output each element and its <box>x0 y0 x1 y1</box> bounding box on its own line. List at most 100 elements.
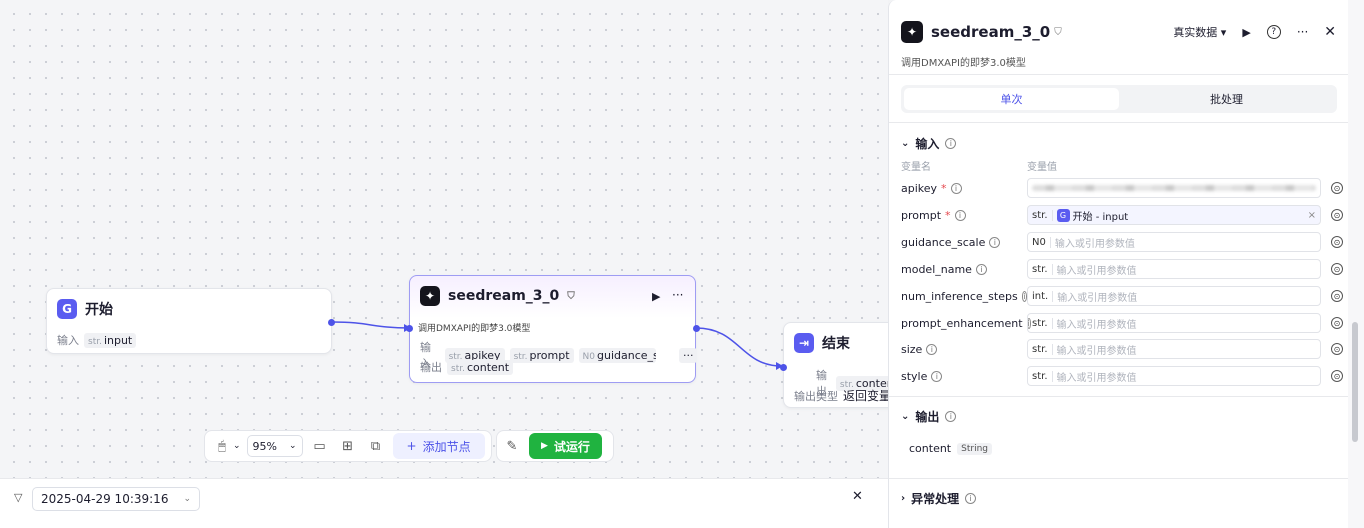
run-history-select[interactable]: 2025-04-29 10:39:16 ⌄ <box>32 487 200 511</box>
end-output-kind-label: 输出类型 <box>794 389 838 403</box>
output-section-header[interactable]: ⌄ 输出 i <box>901 408 957 425</box>
output-item: content String <box>909 442 992 455</box>
start-icon: G <box>1056 208 1070 222</box>
seedream-input-port[interactable] <box>406 325 413 332</box>
variable-ref-icon[interactable]: ⊙ <box>1331 290 1343 302</box>
info-icon: i <box>926 343 938 355</box>
run-icon[interactable]: ▶ <box>1242 26 1250 39</box>
clear-icon[interactable]: × <box>1308 210 1316 221</box>
chevron-down-icon: ⌄ <box>183 494 191 504</box>
col-header-name: 变量名 <box>901 162 931 173</box>
filter-icon[interactable]: ▽ <box>14 491 22 504</box>
save-icon: ⛉ <box>1054 26 1062 38</box>
test-run-button[interactable]: ▶ 试运行 <box>529 433 602 459</box>
param-row-style: style i str. 输入或引用参数值 ⊙ <box>901 365 1343 387</box>
seedream-node-title: seedream_3_0 <box>448 288 560 304</box>
input-tag-prompt: str. prompt <box>509 347 574 363</box>
variable-ref-icon[interactable]: ⊙ <box>1331 209 1343 221</box>
help-icon[interactable]: ? <box>1266 25 1281 39</box>
param-row-size: size i str. 输入或引用参数值 ⊙ <box>901 338 1343 360</box>
data-mode-select[interactable]: 真实数据 ▾ <box>1173 24 1226 40</box>
variable-ref-icon[interactable]: ⊙ <box>1331 263 1343 275</box>
seedream-node[interactable]: ✦ seedream_3_0 ⛉ ▶ ··· 调用DMXAPI的即梦3.0模型 … <box>406 275 700 383</box>
close-log-button[interactable]: ✕ <box>852 489 863 504</box>
zoom-select[interactable]: 95% ⌄ <box>246 435 303 457</box>
wrench-icon[interactable]: ✎ <box>501 435 523 457</box>
close-icon[interactable]: ✕ <box>1324 24 1336 40</box>
variable-ref-icon[interactable]: ⊙ <box>1331 370 1343 382</box>
divider <box>889 74 1348 75</box>
more-icon[interactable]: ··· <box>1297 25 1308 39</box>
seedream-logo-icon: ✦ <box>420 286 440 306</box>
more-inputs-button[interactable]: ··· <box>678 347 698 363</box>
prompt-enhancement-input[interactable]: str. 输入或引用参数值 <box>1027 313 1321 333</box>
panel-scrollbar-track <box>1348 0 1364 528</box>
info-icon: i <box>950 182 962 194</box>
play-icon: ▶ <box>541 441 548 451</box>
input-section-header[interactable]: ⌄ 输入 i <box>901 135 957 152</box>
start-input-tag: str. input <box>84 332 137 348</box>
param-row-prompt: prompt * i str. G 开始 - input × ⊙ <box>901 204 1343 226</box>
zoom-chevron-icon: ⌄ <box>289 441 297 451</box>
tab-batch[interactable]: 批处理 <box>1119 88 1334 110</box>
end-node[interactable]: ⇥ 结束 输出 str. content 输出类型 返回变量 <box>780 322 903 408</box>
divider <box>889 122 1348 123</box>
info-icon: i <box>931 370 943 382</box>
start-node[interactable]: G 开始 输入 str. input <box>46 288 335 354</box>
size-input[interactable]: str. 输入或引用参数值 <box>1027 339 1321 359</box>
output-name: content <box>909 442 952 455</box>
col-header-value: 变量值 <box>1027 162 1057 173</box>
start-input-label: 输入 <box>57 334 79 347</box>
error-section-header[interactable]: › 异常处理 i <box>901 490 977 507</box>
chevron-right-icon: › <box>901 493 906 504</box>
edge-start-to-seedream <box>332 321 411 329</box>
variable-ref-icon[interactable]: ⊙ <box>1331 182 1343 194</box>
end-input-port[interactable] <box>780 364 787 371</box>
info-icon: i <box>945 138 957 149</box>
save-icon: ⛉ <box>567 290 575 302</box>
param-row-model-name: model_name i str. 输入或引用参数值 ⊙ <box>901 258 1343 280</box>
info-icon: i <box>945 411 957 422</box>
start-icon: G <box>57 299 77 319</box>
prompt-input[interactable]: str. G 开始 - input × <box>1027 205 1321 225</box>
output-section-title: 输出 <box>915 410 940 424</box>
variable-ref-icon[interactable]: ⊙ <box>1331 317 1343 329</box>
seedream-logo-icon: ✦ <box>901 21 923 43</box>
param-row-prompt-enhancement: prompt_enhancement i str. 输入或引用参数值 ⊙ <box>901 312 1343 334</box>
guidance-scale-input[interactable]: N0 输入或引用参数值 <box>1027 232 1321 252</box>
seedream-output-port[interactable] <box>693 325 700 332</box>
apikey-input[interactable] <box>1027 178 1321 198</box>
info-icon: i <box>965 493 977 504</box>
chevron-down-icon[interactable]: ⌄ <box>233 441 241 451</box>
node-more-icon[interactable]: ··· <box>672 288 683 302</box>
canvas-toolbar: 🖱 ⌄ 95% ⌄ ▭ ⊞ ⧉ + 添加节点 <box>204 430 492 462</box>
start-output-port[interactable] <box>328 319 335 326</box>
end-icon: ⇥ <box>794 333 814 353</box>
comment-icon[interactable]: ▭ <box>309 435 331 457</box>
mouse-mode-icon[interactable]: 🖱 <box>211 435 233 457</box>
zoom-value: 95% <box>252 439 277 453</box>
panel-scrollbar-thumb[interactable] <box>1352 322 1358 442</box>
workflow-canvas[interactable]: G 开始 输入 str. input ✦ seedream_3_0 ⛉ ▶ ···… <box>0 0 903 478</box>
param-row-guidance-scale: guidance_scale i N0 输入或引用参数值 ⊙ <box>901 231 1343 253</box>
run-mode-tabs: 单次 批处理 <box>901 85 1337 113</box>
style-input[interactable]: str. 输入或引用参数值 <box>1027 366 1321 386</box>
end-node-title: 结束 <box>822 336 850 352</box>
connections-layer <box>332 321 783 370</box>
model-name-input[interactable]: str. 输入或引用参数值 <box>1027 259 1321 279</box>
node-test-panel: ✦ seedream_3_0 ⛉ 真实数据 ▾ ▶ ? ··· ✕ 调用DMXA… <box>888 0 1348 528</box>
node-run-icon[interactable]: ▶ <box>652 290 660 303</box>
run-datetime: 2025-04-29 10:39:16 <box>41 492 169 506</box>
minimap-icon[interactable]: ⧉ <box>365 435 387 457</box>
add-node-button[interactable]: + 添加节点 <box>392 433 485 459</box>
variable-ref-icon[interactable]: ⊙ <box>1331 343 1343 355</box>
log-bar: ▽ 2025-04-29 10:39:16 ⌄ ✕ <box>0 478 888 528</box>
variable-ref-icon[interactable]: ⊙ <box>1331 236 1343 248</box>
layout-icon[interactable]: ⊞ <box>337 435 359 457</box>
chevron-down-icon: ⌄ <box>901 138 910 149</box>
error-section-title: 异常处理 <box>911 492 960 506</box>
plus-icon: + <box>406 439 417 453</box>
param-row-num-inference-steps: num_inference_steps i int. 输入或引用参数值 ⊙ <box>901 285 1343 307</box>
tab-single[interactable]: 单次 <box>904 88 1119 110</box>
num-inference-steps-input[interactable]: int. 输入或引用参数值 <box>1027 286 1321 306</box>
